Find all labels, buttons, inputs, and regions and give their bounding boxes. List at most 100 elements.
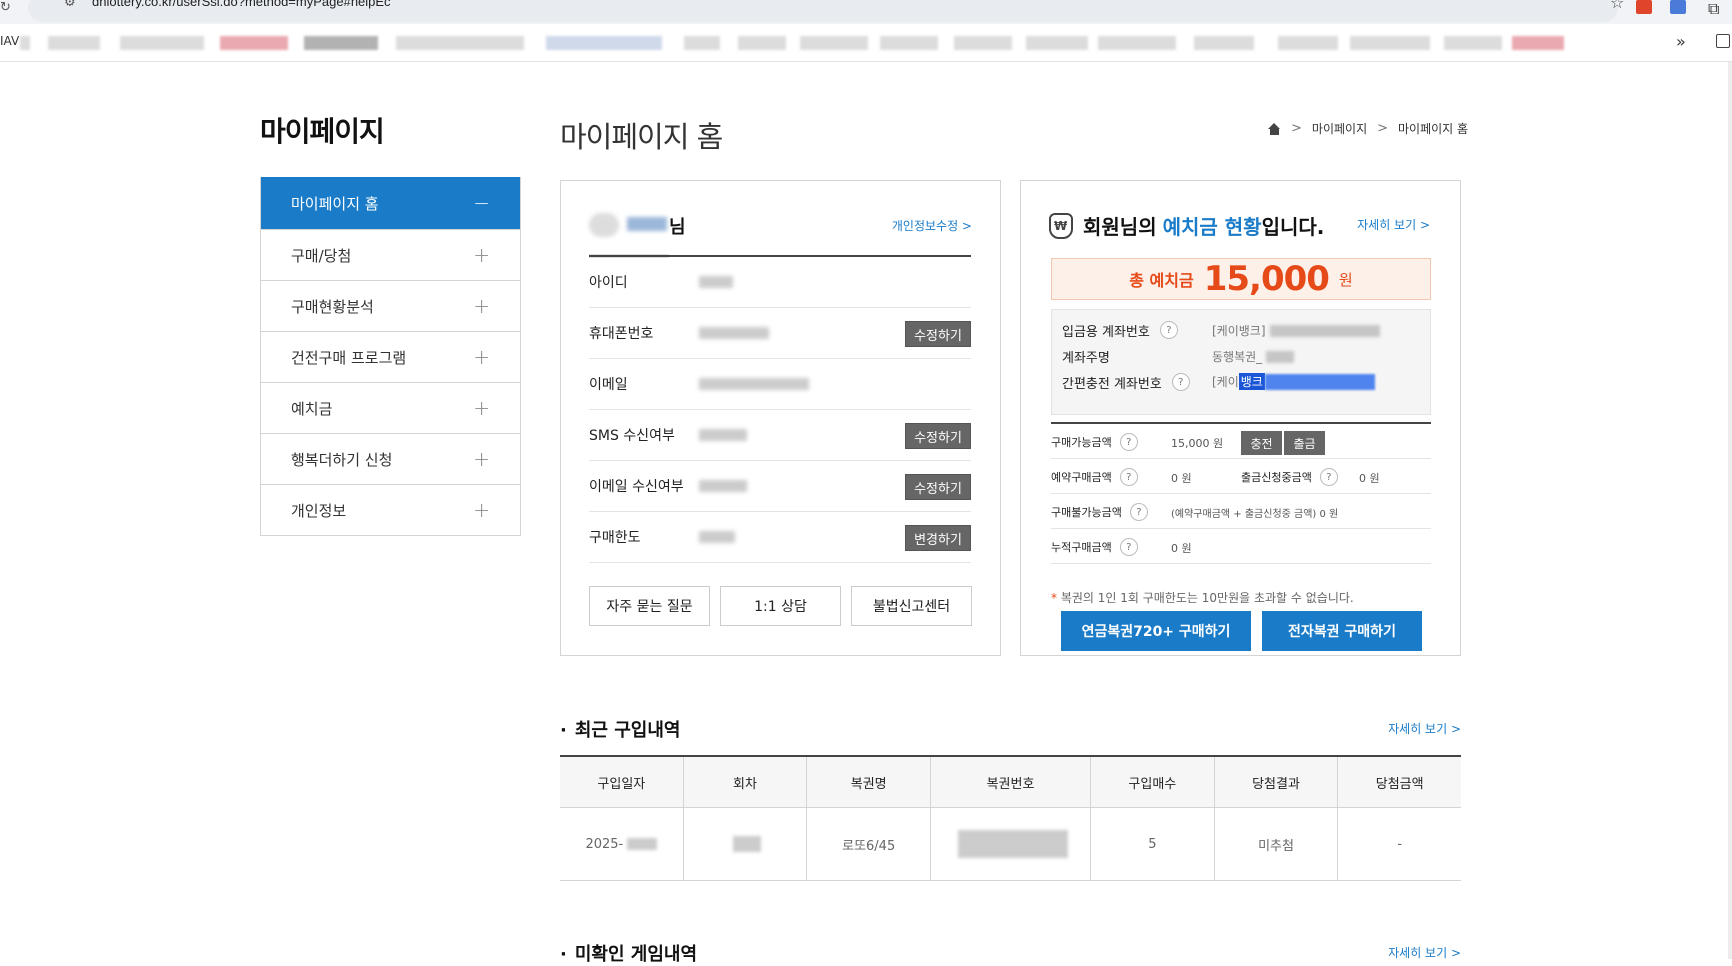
buy-pension-button[interactable]: 연금복권720+ 구매하기 [1061,611,1251,651]
info-label: SMS 수신여부 [589,428,675,444]
report-center-button[interactable]: 불법신고센터 [851,586,972,626]
info-value-redacted [699,276,733,288]
sidebar-item-happiness[interactable]: 행복더하기 신청 + [261,433,520,484]
account-value[interactable]: [케이 뱅크 [1212,373,1375,390]
bookmark-item[interactable] [880,36,938,50]
change-limit-button[interactable]: 변경하기 [905,525,971,551]
extensions-puzzle-icon[interactable]: ⧉ [1708,0,1719,19]
recent-purchase-title: 최근 구입내역 [560,716,681,742]
scrollbar[interactable] [1728,62,1732,959]
help-icon[interactable]: ? [1129,503,1148,521]
browser-toolbar: ↻ ⚙ dhlottery.co.kr/userSsl.do?method=my… [0,0,1732,24]
charge-button[interactable]: 충전 [1241,431,1282,455]
purchase-limit-note: * 복권의 1인 1회 구매한도는 10만원을 초과할 수 없습니다. [1051,589,1354,606]
deposit-title-text: 회원님의 [1083,215,1157,239]
account-row: 입금용 계좌번호 ? [1062,320,1178,340]
bookmarks-bar: IAV » [0,24,1732,62]
edit-personal-info-link[interactable]: 개인정보수정 > [892,217,972,234]
info-row-email: 이메일 [589,359,971,410]
plus-icon: + [473,243,490,267]
bookmark-item[interactable] [1512,36,1564,50]
folder-icon[interactable] [1716,34,1730,48]
bookmark-item[interactable] [396,36,524,50]
one-to-one-button[interactable]: 1:1 상담 [720,586,841,626]
bookmark-item[interactable] [20,36,30,50]
plus-icon: + [473,345,490,369]
help-icon[interactable]: ? [1119,468,1138,486]
help-icon[interactable]: ? [1119,433,1138,451]
extension-icon[interactable] [1636,0,1652,14]
sidebar-item-healthy-purchase[interactable]: 건전구매 프로그램 + [261,331,520,382]
translate-extension-icon[interactable] [1670,0,1686,14]
help-icon[interactable]: ? [1159,321,1178,339]
breadcrumb-item[interactable]: 마이페이지 홈 [1398,120,1468,137]
sidebar-item-purchase-analysis[interactable]: 구매현황분석 + [261,280,520,331]
breadcrumb-item[interactable]: 마이페이지 [1312,120,1367,137]
buy-electronic-button[interactable]: 전자복권 구매하기 [1262,611,1422,651]
cumulative-label: 누적구매금액 [1051,541,1112,554]
sidebar-item-mypage-home[interactable]: 마이페이지 홈 − [261,177,520,229]
edit-phone-button[interactable]: 수정하기 [905,321,971,347]
available-value: 15,000 원 [1171,437,1224,450]
help-icon[interactable]: ? [1319,468,1338,486]
bookmark-item[interactable] [220,36,288,50]
column-header: 복권번호 [931,757,1092,807]
plus-icon: + [473,498,490,522]
bookmark-item[interactable] [48,36,100,50]
site-info-icon[interactable]: ⚙ [64,0,76,10]
bookmark-item[interactable] [304,36,378,50]
info-row-limit: 구매한도 변경하기 [589,512,971,563]
bookmark-item[interactable] [1444,36,1502,50]
sidebar-item-personal-info[interactable]: 개인정보 + [261,484,520,535]
sidebar-item-label: 마이페이지 홈 [291,194,379,213]
bookmark-item[interactable] [1026,36,1088,50]
bookmark-item[interactable] [1278,36,1338,50]
plus-icon: + [473,396,490,420]
purchase-buttons: 연금복권720+ 구매하기 전자복권 구매하기 [1061,611,1422,651]
number-redacted [957,830,1068,858]
withdraw-button[interactable]: 출금 [1284,431,1325,455]
reload-icon[interactable]: ↻ [0,0,14,16]
bookmark-item[interactable] [738,36,786,50]
bookmark-item[interactable] [800,36,868,50]
reserved-label-cell: 예약구매금액 ? [1051,468,1138,486]
home-icon[interactable] [1268,122,1281,135]
bookmark-item[interactable]: IAV [0,34,19,48]
user-name-redacted [627,217,667,231]
account-label: 입금용 계좌번호 [1062,324,1150,340]
available-label: 구매가능금액 [1051,436,1112,449]
chevron-right-icon[interactable]: » [1676,32,1686,51]
help-icon[interactable]: ? [1119,538,1138,556]
bookmark-item[interactable] [684,36,720,50]
cumulative-row: 누적구매금액 ? 0 원 [1051,529,1431,564]
sidebar-item-purchase-win[interactable]: 구매/당첨 + [261,229,520,280]
url-text[interactable]: dhlottery.co.kr/userSsl.do?method=myPage… [92,0,391,9]
deposit-detail-link[interactable]: 자세히 보기 > [1357,216,1430,233]
note-text: 복권의 1인 1회 구매한도는 10만원을 초과할 수 없습니다. [1060,591,1354,605]
table-row[interactable]: 2025- 로또6/45 5 미추첨 - [560,808,1461,880]
bookmark-item[interactable] [954,36,1012,50]
edit-email-consent-button[interactable]: 수정하기 [905,474,971,500]
edit-sms-button[interactable]: 수정하기 [905,423,971,449]
bookmark-item[interactable] [1194,36,1254,50]
sidebar-item-label: 행복더하기 신청 [291,450,393,469]
unconfirmed-detail-link[interactable]: 자세히 보기 > [1388,944,1461,961]
account-info-box: 입금용 계좌번호 ? [케이뱅크] 계좌주명 동행복권_ 간편충전 계좌번호 ?… [1051,309,1431,415]
deposit-title: 회원님의 예치금 현황입니다. [1049,211,1324,240]
bookmark-item[interactable] [120,36,204,50]
recent-detail-link[interactable]: 자세히 보기 > [1388,720,1461,737]
deposit-panel: 회원님의 예치금 현황입니다. 자세히 보기 > 총 예치금 15,000 원 … [1020,180,1461,656]
bookmark-item[interactable] [1350,36,1430,50]
bookmark-item[interactable] [1098,36,1176,50]
minus-icon: − [473,191,490,215]
help-icon[interactable]: ? [1171,373,1190,391]
bookmark-star-icon[interactable]: ☆ [1610,0,1624,12]
deposit-title-suffix: 입니다. [1261,215,1325,239]
info-label: 이메일 [589,377,628,393]
cell-result: 미추첨 [1215,808,1339,880]
plus-icon: + [473,447,490,471]
address-bar[interactable]: ⚙ dhlottery.co.kr/userSsl.do?method=myPa… [28,0,1624,22]
bookmark-item[interactable] [546,36,662,50]
faq-button[interactable]: 자주 묻는 질문 [589,586,710,626]
sidebar-item-deposit[interactable]: 예치금 + [261,382,520,433]
